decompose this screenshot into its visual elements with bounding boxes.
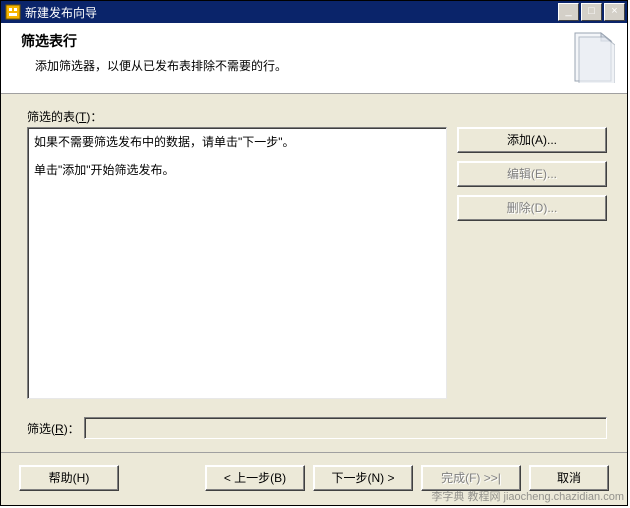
wizard-header-subtitle: 添加筛选器，以便从已发布表排除不需要的行。 [21,57,561,74]
filtered-tables-list[interactable]: 如果不需要筛选发布中的数据，请单击"下一步"。 单击"添加"开始筛选发布。 [27,127,447,399]
wizard-body: 筛选的表(T)： 如果不需要筛选发布中的数据，请单击"下一步"。 单击"添加"开… [1,94,627,452]
tables-label: 筛选的表(T)： [27,108,607,125]
mid-row: 如果不需要筛选发布中的数据，请单击"下一步"。 单击"添加"开始筛选发布。 添加… [27,127,607,399]
delete-button: 删除(D)... [457,195,607,221]
wizard-header-text: 筛选表行 添加筛选器，以便从已发布表排除不需要的行。 [21,31,561,74]
filter-row: 筛选(R)： [27,417,607,439]
side-buttons: 添加(A)... 编辑(E)... 删除(D)... [457,127,607,399]
help-button[interactable]: 帮助(H) [19,465,119,491]
finish-button: 完成(F) >>| [421,465,521,491]
list-hint-1: 如果不需要筛选发布中的数据，请单击"下一步"。 [34,132,440,152]
titlebar: 新建发布向导 _ □ × [1,1,627,23]
maximize-button[interactable]: □ [581,3,602,21]
next-button[interactable]: 下一步(N) > [313,465,413,491]
wizard-header: 筛选表行 添加筛选器，以便从已发布表排除不需要的行。 [1,23,627,94]
wizard-header-graphic [571,31,615,83]
wizard-window: 新建发布向导 _ □ × 筛选表行 添加筛选器，以便从已发布表排除不需要的行。 … [0,0,628,506]
close-button[interactable]: × [604,3,625,21]
list-hint-2: 单击"添加"开始筛选发布。 [34,160,440,180]
window-controls: _ □ × [558,3,625,21]
filter-display [84,417,607,439]
filter-label: 筛选(R)： [27,420,80,437]
back-button[interactable]: < 上一步(B) [205,465,305,491]
edit-button: 编辑(E)... [457,161,607,187]
minimize-button[interactable]: _ [558,3,579,21]
cancel-button[interactable]: 取消 [529,465,609,491]
wizard-footer: 帮助(H) < 上一步(B) 下一步(N) > 完成(F) >>| 取消 [1,452,627,505]
app-icon [5,4,21,20]
wizard-header-title: 筛选表行 [21,31,561,51]
add-button[interactable]: 添加(A)... [457,127,607,153]
window-title: 新建发布向导 [25,4,558,21]
